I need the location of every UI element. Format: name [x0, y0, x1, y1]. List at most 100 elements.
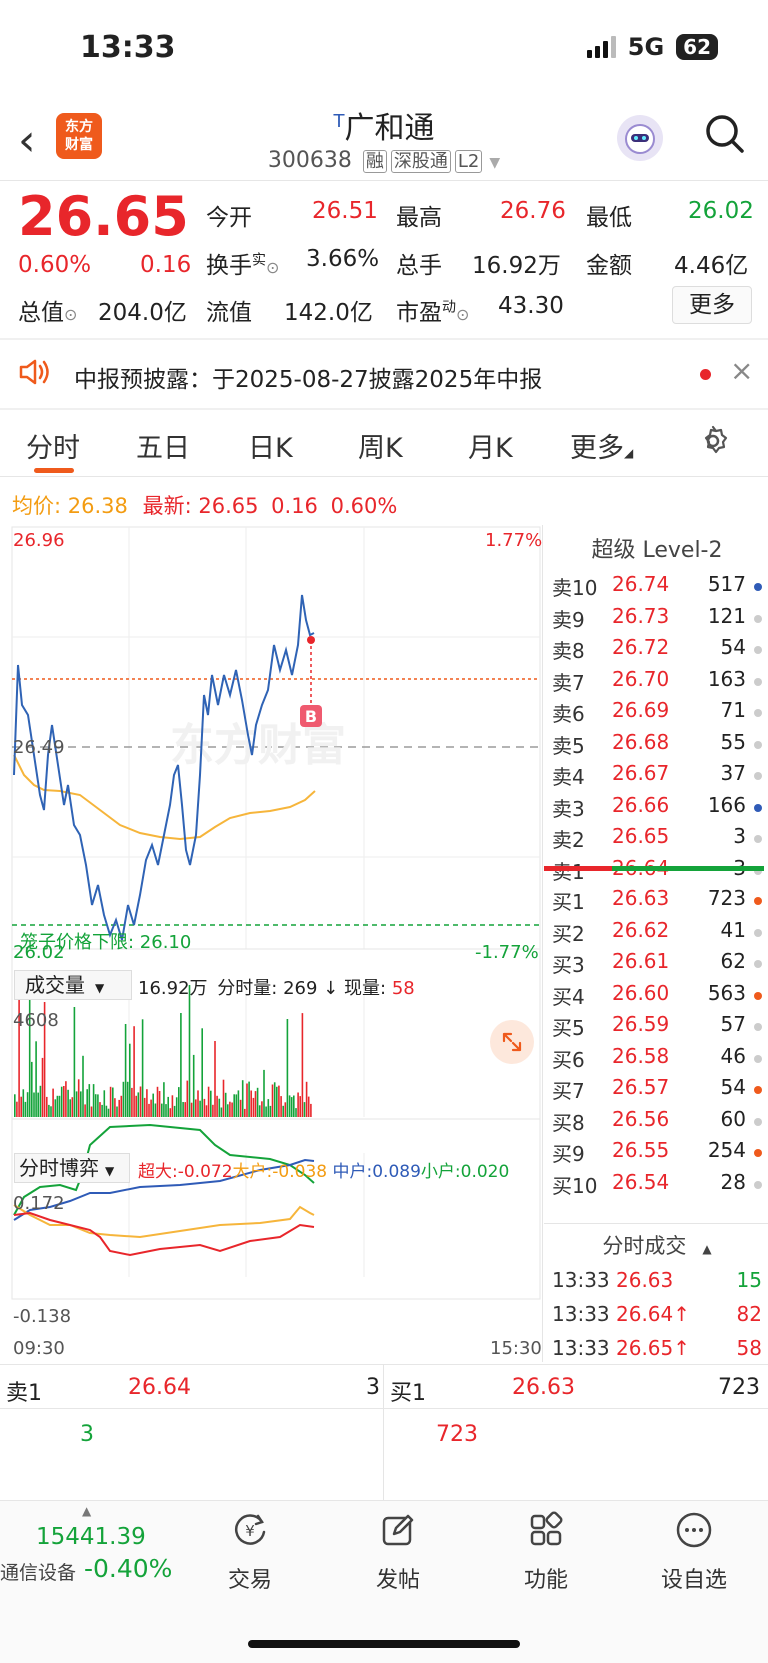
volume-bar — [26, 1092, 29, 1117]
game-ymin: -0.138 — [13, 1306, 72, 1327]
volume-indicator-select[interactable]: 成交量 ▼ — [14, 970, 132, 1000]
orderbook-row[interactable]: 卖8 26.72 54 — [552, 635, 768, 666]
volume-bar — [75, 1091, 78, 1117]
volume-bar — [67, 1089, 69, 1117]
orderbook-row[interactable]: 买7 26.57 54 — [552, 1075, 768, 1106]
search-icon[interactable] — [702, 111, 748, 157]
buy-marker-label[interactable]: B — [305, 707, 317, 726]
volume-bar — [20, 1096, 22, 1117]
expand-icon[interactable] — [490, 1020, 534, 1064]
tab-intraday[interactable]: 分时 — [26, 426, 80, 465]
level-volume: 54 — [720, 1075, 746, 1099]
tab-monthly[interactable]: 月K — [468, 426, 513, 465]
orderbook-title[interactable]: 超级 Level-2 — [552, 532, 762, 564]
stock-header: ‹ 东方 财富 T广和通 300638 融深股通 L2 ▼ — [0, 95, 768, 180]
more-button[interactable]: 更多 — [672, 286, 752, 324]
volume-bar — [307, 1096, 310, 1117]
trade-volume: 15 — [736, 1268, 762, 1292]
orderbook-row[interactable]: 买5 26.59 57 — [552, 1012, 768, 1043]
level-label: 卖2 — [552, 828, 585, 852]
volume-bar — [224, 1092, 227, 1117]
nav-post[interactable]: 发帖 — [338, 1510, 458, 1594]
orderbook-row[interactable]: 卖126.643 — [552, 856, 768, 887]
volume-bar — [214, 1041, 216, 1117]
sector-label[interactable]: 通信设备 — [0, 1558, 76, 1585]
level-price: 26.62 — [612, 917, 670, 942]
level-price: 26.59 — [612, 1012, 670, 1036]
level-dot-icon — [754, 583, 762, 591]
volume-bar — [231, 1102, 233, 1117]
tab-5day[interactable]: 五日 — [136, 426, 190, 465]
close-icon[interactable]: × — [730, 354, 753, 387]
orderbook-row[interactable]: 买8 26.56 60 — [552, 1107, 768, 1138]
volume-bar — [33, 1092, 35, 1117]
orderbook-row[interactable]: 买6 26.58 46 — [552, 1044, 768, 1075]
orderbook-row[interactable]: 卖9 26.73 121 — [552, 604, 768, 635]
orderbook-row[interactable]: 买2 26.62 41 — [552, 918, 768, 949]
change-amount: 0.16 — [140, 252, 192, 278]
game-indicator-select[interactable]: 分时博弈 ▼ — [14, 1153, 130, 1183]
level-volume: 121 — [707, 603, 746, 628]
index-value[interactable]: 15441.39 — [36, 1524, 146, 1550]
volume-bar — [207, 1086, 210, 1117]
summary-line: 均价: 26.38 最新: 26.65 0.16 0.60% — [12, 490, 397, 520]
trade-price: 26.65↑ — [616, 1336, 691, 1360]
volume-bar — [143, 1097, 146, 1117]
level-dot-icon — [754, 614, 762, 623]
field-float-label: 流值 — [206, 300, 252, 326]
info-icon[interactable]: ⊙ — [64, 305, 77, 324]
settings-gear-icon[interactable] — [696, 424, 730, 465]
volume-bar — [50, 1106, 52, 1117]
volume-bar — [46, 1096, 48, 1117]
trades-title[interactable]: 分时成交 ▲ — [552, 1230, 762, 1260]
orderbook-row[interactable]: 买4 26.60 563 — [552, 981, 768, 1012]
game-indicator-label: 分时博弈 — [19, 1156, 99, 1180]
orderbook-row[interactable]: 卖7 26.70 163 — [552, 667, 768, 698]
field-volume-label: 总手 — [396, 253, 442, 279]
nav-watchlist[interactable]: 设自选 — [634, 1510, 754, 1594]
volume-bar — [137, 1092, 140, 1117]
nav-trade[interactable]: ¥ 交易 — [190, 1510, 310, 1594]
volume-bar — [152, 1093, 154, 1117]
info-icon[interactable]: ⊙ — [456, 305, 469, 324]
volume-bar — [295, 1108, 297, 1117]
robot-avatar-icon[interactable] — [617, 115, 663, 161]
orderbook-row[interactable]: 卖2 26.65 3 — [552, 824, 768, 855]
field-mcap-label: 总值⊙ — [18, 293, 77, 327]
field-high-value: 26.76 — [500, 198, 566, 224]
field-low-label: 最低 — [586, 205, 632, 231]
trade-price: 26.64↑ — [616, 1302, 691, 1326]
tab-more[interactable]: 更多◢ — [570, 426, 633, 465]
level-dot-icon — [754, 1054, 762, 1063]
volume-bar — [280, 1096, 282, 1117]
volume-bar — [178, 1087, 180, 1117]
tab-daily[interactable]: 日K — [248, 426, 293, 465]
field-amount-label: 金额 — [586, 253, 632, 279]
orderbook-row[interactable]: 卖4 26.67 37 — [552, 761, 768, 792]
volume-bar — [71, 1097, 74, 1117]
volume-bars — [14, 985, 312, 1117]
info-icon[interactable]: ⊙ — [266, 258, 279, 277]
apps-icon — [530, 1511, 563, 1546]
orderbook-row[interactable]: 卖6 26.69 71 — [552, 698, 768, 729]
orderbook-row[interactable]: 买3 26.61 62 — [552, 949, 768, 980]
orderbook-row[interactable]: 卖5 26.68 55 — [552, 730, 768, 761]
orderbook-row[interactable]: 卖3 26.66 166 — [552, 793, 768, 824]
home-indicator[interactable] — [248, 1640, 520, 1648]
level-volume: 46 — [720, 1043, 746, 1068]
nav-functions[interactable]: 功能 — [486, 1510, 606, 1594]
volume-bar — [297, 1092, 299, 1117]
orderbook-row[interactable]: 买1 26.63 723 — [552, 886, 768, 917]
level-price: 26.61 — [612, 949, 670, 973]
volume-stats: 16.92万 分时量: 269 ↓ 现量: 58 — [138, 974, 415, 1000]
level-price: 26.66 — [612, 792, 670, 817]
orderbook-row[interactable]: 买10 26.54 28 — [552, 1170, 768, 1201]
volume-bar — [48, 1104, 50, 1117]
tab-weekly[interactable]: 周K — [358, 426, 403, 465]
nav-functions-label: 功能 — [523, 1568, 568, 1593]
big-value: -0.038 — [272, 1162, 328, 1182]
orderbook-row[interactable]: 卖10 26.74 517 — [552, 572, 768, 603]
status-icons: 5G 62 — [586, 33, 718, 61]
notice-bar[interactable]: 中报预披露：于2025-08-27披露2025年中报 × — [0, 340, 768, 406]
orderbook-row[interactable]: 买9 26.55 254 — [552, 1138, 768, 1169]
